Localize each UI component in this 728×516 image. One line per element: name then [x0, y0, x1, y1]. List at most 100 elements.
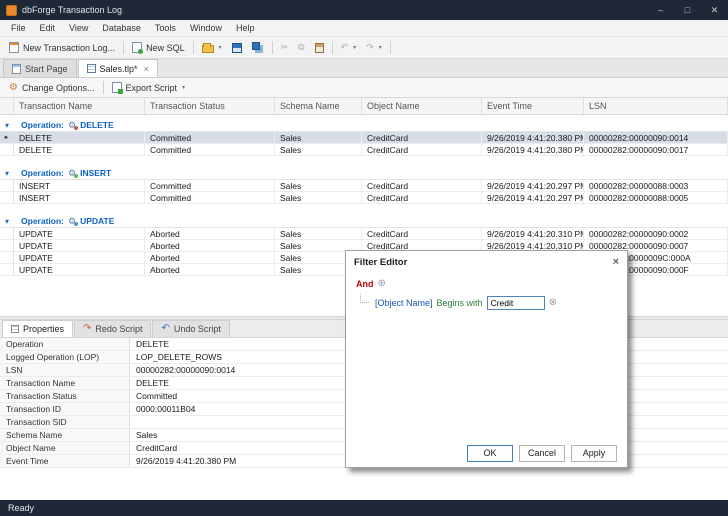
filter-value-input[interactable] [487, 296, 545, 310]
ok-button[interactable]: OK [467, 445, 513, 462]
new-transaction-log-icon [9, 42, 19, 53]
group-header[interactable]: ▾Operation:⚙DELETE [0, 119, 728, 132]
tab-start-page[interactable]: Start Page [3, 59, 77, 77]
filter-root-operator[interactable]: And [356, 279, 374, 289]
redo-button[interactable]: ↷ ▾ [361, 41, 387, 54]
table-row[interactable]: ►DELETECommittedSalesCreditCard9/26/2019… [0, 132, 728, 144]
property-value: 9/26/2019 4:41:20.380 PM [130, 455, 352, 467]
maximize-button[interactable]: □ [674, 0, 701, 20]
properties-icon [11, 325, 19, 333]
start-page-icon [12, 64, 21, 74]
close-button[interactable]: ✕ [701, 0, 728, 20]
cell: 00000282:00000090:0002 [584, 228, 728, 239]
new-sql-button[interactable]: New SQL [127, 40, 190, 55]
export-script-label: Export Script [126, 83, 178, 93]
column-header-transaction-status[interactable]: Transaction Status [145, 98, 275, 114]
property-name: Transaction Name [0, 377, 130, 389]
column-header-object-name[interactable]: Object Name [362, 98, 482, 114]
collapse-icon[interactable]: ▾ [5, 217, 9, 226]
menu-tools[interactable]: Tools [148, 22, 183, 34]
cell: 00000282:00000090:0017 [584, 144, 728, 155]
minimize-button[interactable]: – [647, 0, 674, 20]
column-header-schema-name[interactable]: Schema Name [275, 98, 362, 114]
dialog-close-icon[interactable]: × [613, 256, 619, 268]
filter-operator[interactable]: Begins with [437, 298, 483, 308]
cell: CreditCard [362, 144, 482, 155]
row-indicator [0, 144, 14, 155]
collapse-icon[interactable]: ▾ [5, 121, 9, 130]
tab-sales-tlp[interactable]: Sales.tlp* × [78, 59, 158, 77]
cell: Sales [275, 192, 362, 203]
export-script-button[interactable]: Export Script ▾ [107, 80, 191, 95]
remove-condition-icon[interactable]: ⊗ [549, 298, 557, 308]
close-tab-icon[interactable]: × [144, 64, 149, 74]
tab-undo-script[interactable]: ↶ Undo Script [152, 320, 229, 337]
group-header[interactable]: ▾Operation:⚙INSERT [0, 167, 728, 180]
change-options-button[interactable]: ⚙ Change Options... [4, 81, 100, 95]
paste-button[interactable] [310, 41, 329, 55]
menu-view[interactable]: View [62, 22, 95, 34]
collapse-icon[interactable]: ▾ [5, 169, 9, 178]
menu-file[interactable]: File [4, 22, 33, 34]
row-indicator [0, 228, 14, 239]
cell: UPDATE [14, 228, 145, 239]
table-row[interactable]: UPDATEAbortedSalesCreditCard9/26/2019 4:… [0, 228, 728, 240]
app-window: dbForge Transaction Log – □ ✕ File Edit … [0, 0, 728, 516]
menu-help[interactable]: Help [229, 22, 262, 34]
table-row[interactable]: INSERTCommittedSalesCreditCard9/26/2019 … [0, 180, 728, 192]
gear-icon: ⚙ [9, 83, 18, 93]
table-row[interactable]: DELETECommittedSalesCreditCard9/26/2019 … [0, 144, 728, 156]
toolbar-separator [103, 81, 104, 94]
apply-button[interactable]: Apply [571, 445, 617, 462]
undo-button[interactable]: ↶ ▾ [336, 41, 362, 54]
row-indicator [0, 264, 14, 275]
menu-window[interactable]: Window [183, 22, 229, 34]
cell: Aborted [145, 240, 275, 251]
operation-badge [74, 174, 78, 178]
undo-icon: ↶ [341, 43, 349, 52]
copy-button[interactable]: ⧉ [293, 41, 309, 54]
cell: Sales [275, 144, 362, 155]
property-name: LSN [0, 364, 130, 376]
row-indicator [0, 180, 14, 191]
new-transaction-log-button[interactable]: New Transaction Log... [4, 40, 120, 55]
property-name: Logged Operation (LOP) [0, 351, 130, 363]
property-value: DELETE [130, 338, 352, 350]
group-header[interactable]: ▾Operation:⚙UPDATE [0, 215, 728, 228]
column-header-lsn[interactable]: LSN [584, 98, 728, 114]
tab-redo-script[interactable]: ↷ Redo Script [74, 320, 151, 337]
chevron-down-icon[interactable]: ▾ [353, 44, 356, 51]
cell: Sales [275, 228, 362, 239]
row-indicator [0, 240, 14, 251]
menu-edit[interactable]: Edit [33, 22, 63, 34]
save-all-button[interactable] [247, 42, 269, 54]
toolbar-separator [272, 41, 273, 54]
status-bar: Ready [0, 500, 728, 516]
tab-properties[interactable]: Properties [2, 320, 73, 337]
new-sql-label: New SQL [146, 43, 185, 53]
group-label: Operation: [21, 168, 64, 178]
cell: INSERT [14, 180, 145, 191]
cell: Aborted [145, 264, 275, 275]
table-row[interactable]: INSERTCommittedSalesCreditCard9/26/2019 … [0, 192, 728, 204]
tab-label: Properties [23, 324, 64, 334]
dialog-title: Filter Editor [354, 257, 407, 268]
property-value: Committed [130, 390, 352, 402]
add-condition-icon[interactable]: ⊕ [378, 279, 386, 289]
save-button[interactable] [227, 41, 247, 55]
chevron-down-icon[interactable]: ▾ [219, 44, 222, 51]
operation-badge [74, 222, 78, 226]
open-button[interactable]: ▾ [197, 40, 227, 55]
menu-database[interactable]: Database [95, 22, 148, 34]
chevron-down-icon[interactable]: ▾ [182, 84, 185, 91]
column-header-event-time[interactable]: Event Time [482, 98, 584, 114]
cancel-button[interactable]: Cancel [519, 445, 565, 462]
dialog-title-bar[interactable]: Filter Editor × [346, 251, 627, 273]
column-header-transaction-name[interactable]: Transaction Name [14, 98, 145, 114]
cut-button[interactable]: ✂ [276, 41, 294, 54]
chevron-down-icon[interactable]: ▾ [379, 44, 382, 51]
filter-field[interactable]: [Object Name] [375, 298, 433, 308]
group-value: DELETE [80, 120, 114, 130]
cell: 9/26/2019 4:41:20.310 PM [482, 228, 584, 239]
row-indicator [0, 252, 14, 263]
